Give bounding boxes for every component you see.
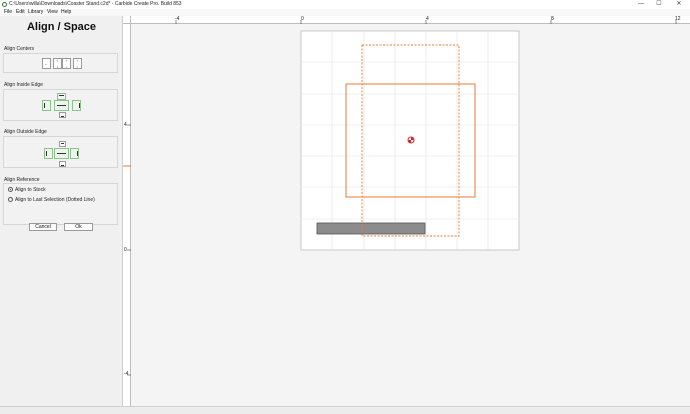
origin-marker-icon (407, 136, 415, 144)
selected-rectangle-shape[interactable] (316, 222, 426, 235)
canvas-drawing (123, 20, 677, 376)
status-bar (0, 406, 690, 414)
